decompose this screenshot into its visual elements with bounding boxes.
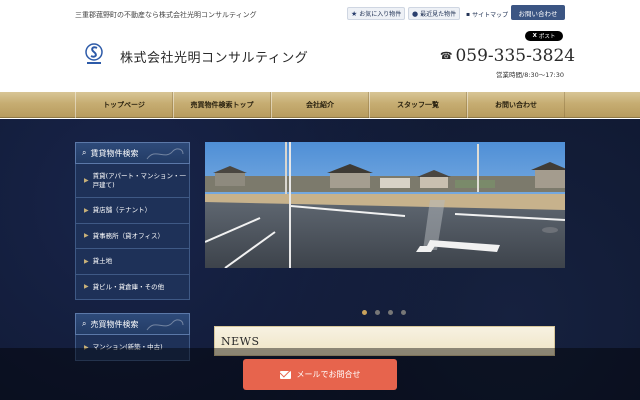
clock-icon: ● [412,9,419,18]
sidebar-item-rental-residential[interactable]: ▶ 賃貸(アパート・マンション・一戸建て) [75,164,190,198]
search-icon: ⌕ [82,319,87,328]
business-hours: 営業時間/8:30〜17:30 [496,71,565,79]
bullet-icon: ▶ [84,206,89,214]
nav-item-contact[interactable]: お問い合わせ [467,92,565,118]
slider-dot[interactable] [388,310,393,315]
sitemap-label: サイトマップ [472,12,509,19]
news-title: NEWS [221,335,260,348]
mail-contact-label: メールでお問合せ [296,370,361,379]
nav-item-staff[interactable]: スタッフ一覧 [369,92,467,118]
phone-icon: ☎ [440,50,453,62]
site-tagline: 三重郡菰野町の不動産なら株式会社光明コンサルティング [75,11,257,19]
hero-photo [205,142,565,268]
sidebar-item-rental-land[interactable]: ▶ 貸土地 [75,249,190,275]
bullet-icon: ▶ [84,257,89,265]
sidebar-item-rental-store[interactable]: ▶ 貸店舗（テナント） [75,198,190,224]
slider-dot[interactable] [401,310,406,315]
rental-search-title: 賃貸物件検索 [90,148,139,158]
phone-text: 059-335-3824 [455,46,576,66]
x-post-label: ポスト [538,34,556,40]
rental-search-header[interactable]: ⌕ 賃貸物件検索 [75,142,190,164]
mail-contact-button[interactable]: メールでお問合せ [243,359,397,390]
nav-item-company[interactable]: 会社紹介 [271,92,369,118]
hero-slider[interactable] [205,142,565,268]
sidebar-item-rental-office[interactable]: ▶ 貸事務所（貸オフィス） [75,223,190,249]
bullet-icon: ▶ [84,176,89,184]
sale-search-header[interactable]: ⌕ 売買物件検索 [75,313,190,335]
mail-icon [279,370,291,379]
company-logo[interactable] [84,43,104,65]
sidebar-item-label: 貸土地 [92,257,113,266]
favorites-button[interactable]: ★ お気に入り物件 [347,7,406,20]
favorites-label: お気に入り物件 [359,11,402,18]
sitemap-icon: ▪ [466,11,471,18]
contact-button[interactable]: お問い合わせ [511,5,565,20]
swirl-ornament-icon [146,148,184,160]
nav-item-sale-search[interactable]: 売買物件検索トップ [173,92,271,118]
rental-search-list: ▶ 賃貸(アパート・マンション・一戸建て) ▶ 貸店舗（テナント） ▶ 貸事務所… [75,164,190,300]
slider-dot[interactable] [362,310,367,315]
sidebar-item-label: 貸店舗（テナント） [92,206,152,215]
swirl-ornament-icon [146,319,184,331]
sidebar-item-label: 貸ビル・貸倉庫・その他 [92,282,165,291]
site-header: 三重郡菰野町の不動産なら株式会社光明コンサルティング ★ お気に入り物件 ● 最… [0,0,640,92]
company-name[interactable]: 株式会社光明コンサルティング [120,47,308,66]
star-icon: ★ [351,9,358,18]
recent-viewed-button[interactable]: ● 最近見た物件 [408,7,461,20]
nav-item-top[interactable]: トップページ [75,92,173,118]
bullet-icon: ▶ [84,283,89,290]
recent-label: 最近見た物件 [420,11,457,18]
search-icon: ⌕ [82,148,87,157]
sidebar-item-rental-building[interactable]: ▶ 貸ビル・貸倉庫・その他 [75,274,190,300]
x-logo-icon: X [532,33,537,39]
slider-dot[interactable] [375,310,380,315]
bullet-icon: ▶ [84,232,89,239]
main-nav: トップページ 売買物件検索トップ 会社紹介 スタッフ一覧 お問い合わせ [75,92,565,118]
phone-number: ☎ 059-335-3824 [440,46,575,66]
sidebar-item-label: 賃貸(アパート・マンション・一戸建て) [92,172,187,189]
slider-pagination [362,310,406,315]
sitemap-link[interactable]: ▪ サイトマップ [466,10,508,19]
sidebar-item-label: 貸事務所（貸オフィス） [92,231,164,240]
x-post-button[interactable]: X ポスト [525,31,563,41]
sale-search-title: 売買物件検索 [90,319,139,329]
